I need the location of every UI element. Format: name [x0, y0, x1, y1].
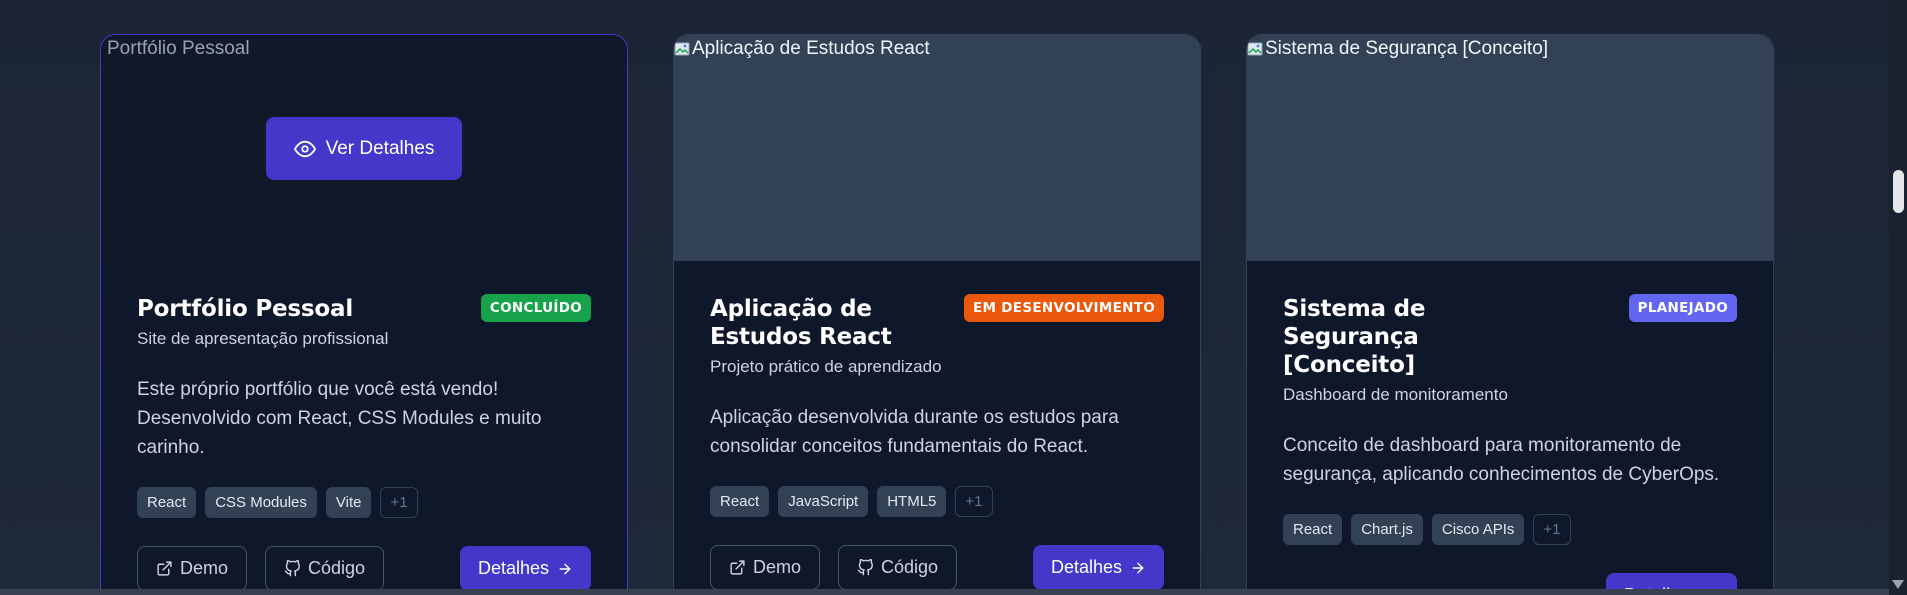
project-image: Aplicação de Estudos React: [674, 35, 1200, 261]
arrow-right-icon: [1130, 560, 1146, 576]
details-label: Detalhes: [1050, 557, 1122, 577]
code-button[interactable]: Código: [265, 546, 385, 591]
broken-image-icon: [674, 41, 690, 57]
image-alt-text: Portfólio Pessoal: [107, 38, 250, 60]
project-subtitle: Dashboard de monitoramento: [1283, 385, 1508, 404]
project-description: Aplicação desenvolvida durante os estudo…: [710, 407, 1119, 457]
project-image: Sistema de Segurança [Conceito]: [1247, 35, 1773, 261]
code-label: Código: [308, 558, 366, 578]
page-scrollbar[interactable]: [1889, 0, 1907, 595]
more-tags-badge: +1: [955, 486, 993, 517]
image-alt-label: Portfólio Pessoal: [107, 38, 250, 59]
arrow-right-icon: [557, 561, 573, 577]
image-alt-text: Sistema de Segurança [Conceito]: [1247, 38, 1548, 60]
details-button[interactable]: Detalhes: [459, 546, 591, 591]
code-label: Código: [881, 557, 939, 577]
code-button[interactable]: Código: [838, 545, 958, 590]
details-label: Detalhes: [477, 558, 549, 578]
github-icon: [857, 559, 874, 576]
view-details-button[interactable]: Ver Detalhes: [266, 117, 462, 180]
image-alt-label: Aplicação de Estudos React: [692, 38, 930, 59]
tag-list: React CSS Modules Vite +1: [137, 487, 591, 518]
tech-tag: Cisco APIs: [1431, 514, 1525, 545]
tech-tag: React: [1283, 514, 1343, 545]
scrollbar-thumb[interactable]: [1893, 170, 1904, 213]
status-badge: PLANEJADO: [1628, 294, 1737, 322]
tech-tag: HTML5: [877, 486, 947, 517]
details-button[interactable]: Detalhes: [1032, 545, 1164, 590]
tech-tag: React: [710, 486, 770, 517]
external-link-icon: [729, 559, 746, 576]
project-title: Aplicação de Estudos React: [710, 296, 892, 350]
tag-list: React Chart.js Cisco APIs +1: [1283, 514, 1737, 545]
demo-label: Demo: [753, 557, 802, 577]
status-badge: CONCLUÍDO: [480, 294, 591, 322]
external-link-icon: [156, 560, 173, 577]
tech-tag: React: [137, 487, 197, 518]
tag-list: React JavaScript HTML5 +1: [710, 486, 1164, 517]
tech-tag: CSS Modules: [205, 487, 317, 518]
project-title: Portfólio Pessoal: [137, 296, 354, 322]
more-tags-badge: +1: [380, 487, 418, 518]
project-description: Conceito de dashboard para monitoramento…: [1283, 435, 1720, 485]
project-card[interactable]: Portfólio Pessoal Ver Detalhes Portfólio…: [100, 34, 628, 595]
eye-icon: [293, 138, 316, 160]
image-alt-text: Aplicação de Estudos React: [674, 38, 930, 60]
broken-image-icon: [1247, 41, 1263, 57]
project-subtitle: Site de apresentação profissional: [137, 329, 389, 348]
more-tags-badge: +1: [1533, 514, 1571, 545]
project-subtitle: Projeto prático de aprendizado: [710, 357, 942, 376]
demo-button[interactable]: Demo: [137, 546, 248, 591]
view-details-label: Ver Detalhes: [325, 137, 435, 159]
tech-tag: Vite: [325, 487, 372, 518]
status-badge: EM DESENVOLVIMENTO: [964, 294, 1164, 322]
bottom-edge: [0, 589, 1889, 595]
project-description: Este próprio portfólio que você está ven…: [137, 379, 542, 458]
demo-label: Demo: [180, 558, 229, 578]
github-icon: [284, 560, 301, 577]
demo-button[interactable]: Demo: [710, 545, 821, 590]
tech-tag: JavaScript: [778, 486, 869, 517]
image-alt-label: Sistema de Segurança [Conceito]: [1265, 38, 1549, 59]
project-title: Sistema de Segurança [Conceito]: [1283, 296, 1426, 378]
project-card[interactable]: Aplicação de Estudos React Aplicação de …: [673, 34, 1201, 595]
project-card[interactable]: Sistema de Segurança [Conceito] Sistema …: [1246, 34, 1774, 595]
projects-grid: Portfólio Pessoal Ver Detalhes Portfólio…: [100, 34, 1774, 595]
tech-tag: Chart.js: [1351, 514, 1423, 545]
scroll-down-arrow-icon[interactable]: [1892, 580, 1904, 589]
project-image: Portfólio Pessoal Ver Detalhes: [101, 35, 627, 261]
